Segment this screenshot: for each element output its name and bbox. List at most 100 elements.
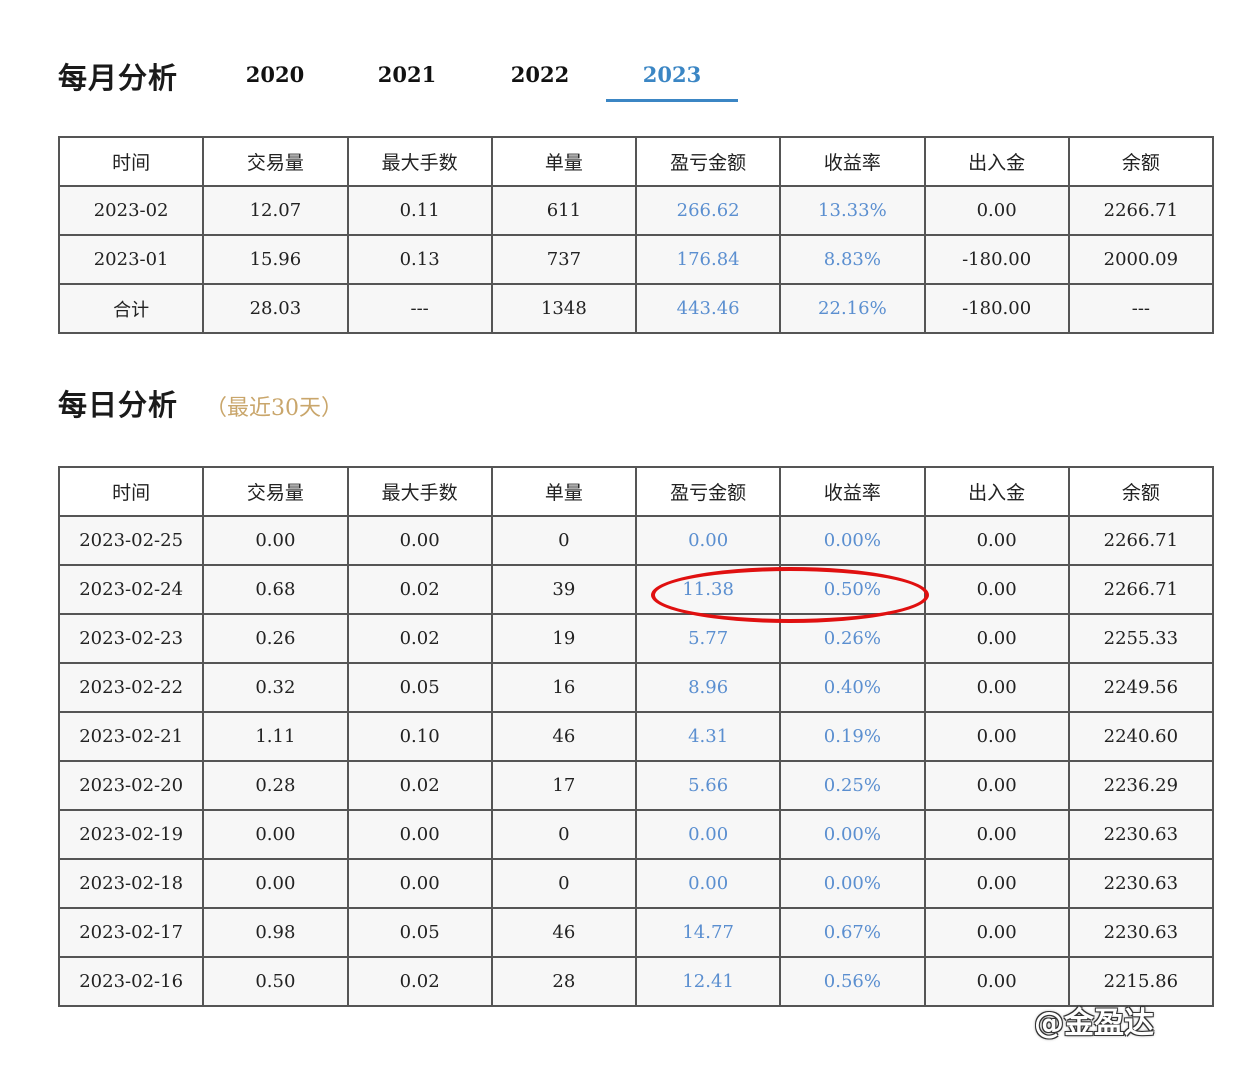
table-cell: 0.00: [923, 711, 1070, 762]
table-cell: 28: [490, 956, 638, 1007]
table-cell: 4.31: [634, 711, 782, 762]
table-cell: 2023-02-25: [57, 515, 205, 566]
table-cell: 5.77: [634, 613, 782, 664]
table-cell: 2240.60: [1067, 711, 1215, 762]
table-cell: 2266.71: [1067, 564, 1215, 615]
table-cell: 1.11: [202, 711, 349, 762]
column-header: 最大手数: [346, 136, 493, 187]
table-row: 合计 28.03 --- 1348 443.46 22.16% -180.00 ---: [57, 283, 1215, 334]
table-cell: 2230.63: [1067, 858, 1215, 909]
monthly-analysis-title: 每月分析: [58, 61, 179, 95]
table-row: 2023-02 12.07 0.11 611 266.62 13.33% 0.00 2266.…: [57, 185, 1215, 236]
table-cell: 0.00%: [779, 858, 926, 909]
table-cell: 2000.09: [1067, 234, 1215, 285]
table-cell: 0.50: [202, 956, 349, 1007]
table-cell: 0.00: [923, 613, 1070, 664]
table-cell: -180.00: [923, 234, 1070, 285]
table-cell: 0.00: [346, 515, 493, 566]
table-cell: ---: [346, 283, 493, 334]
table-cell: 12.41: [634, 956, 782, 1007]
table-cell: 12.07: [202, 185, 349, 236]
table-cell: 0.25%: [779, 760, 926, 811]
table-cell: 2255.33: [1067, 613, 1215, 664]
table-cell: 443.46: [634, 283, 782, 334]
tab-2021[interactable]: 2021: [341, 58, 473, 102]
table-row: 2023-02-19 0.00 0.00 0 0.00 0.00% 0.00 2230.63: [57, 809, 1215, 860]
table-header-row: 时间 交易量 最大手数 单量 盈亏金额 收益率 出入金 余额: [57, 136, 1215, 187]
table-cell: 28.03: [202, 283, 349, 334]
table-cell: 0.00: [202, 809, 349, 860]
tab-2020[interactable]: 2020: [209, 58, 341, 102]
table-cell: 0.05: [346, 907, 493, 958]
table-cell: 22.16%: [779, 283, 926, 334]
table-cell: 2236.29: [1067, 760, 1215, 811]
table-cell: 0.00: [346, 858, 493, 909]
tab-2022[interactable]: 2022: [474, 58, 606, 102]
table-cell: 2023-02-24: [57, 564, 205, 615]
table-cell: 0.56%: [779, 956, 926, 1007]
table-cell: 0: [490, 515, 638, 566]
daily-table: 时间 交易量 最大手数 单量 盈亏金额 收益率 出入金 余额 2023-02-25 0.00 0.…: [57, 466, 1215, 1007]
table-cell: 611: [490, 185, 638, 236]
table-cell: 46: [490, 711, 638, 762]
table-cell: 15.96: [202, 234, 349, 285]
column-header: 出入金: [923, 466, 1070, 517]
table-cell: 39: [490, 564, 638, 615]
table-cell: 11.38: [634, 564, 782, 615]
table-cell: 2023-02: [57, 185, 205, 236]
table-cell: 14.77: [634, 907, 782, 958]
table-cell: 0.00: [634, 858, 782, 909]
table-cell: 0.10: [346, 711, 493, 762]
daily-subtitle: （最近30天）: [205, 396, 343, 421]
table-cell: 2266.71: [1067, 185, 1215, 236]
table-cell: 5.66: [634, 760, 782, 811]
table-cell: 0.00: [202, 515, 349, 566]
table-cell: 16: [490, 662, 638, 713]
table-cell: 0.02: [346, 564, 493, 615]
table-cell: 2023-02-22: [57, 662, 205, 713]
column-header: 时间: [57, 466, 205, 517]
table-cell: 0.19%: [779, 711, 926, 762]
table-cell: 2023-02-17: [57, 907, 205, 958]
table-cell: 0.28: [202, 760, 349, 811]
table-cell: 2230.63: [1067, 809, 1215, 860]
table-cell: 2023-02-20: [57, 760, 205, 811]
table-cell: 2023-02-21: [57, 711, 205, 762]
table-cell: 0: [490, 809, 638, 860]
table-header-row: 时间 交易量 最大手数 单量 盈亏金额 收益率 出入金 余额: [57, 466, 1215, 517]
table-cell: 737: [490, 234, 638, 285]
table-cell: 0.00: [346, 809, 493, 860]
active-tab-underline: [606, 99, 738, 102]
table-cell: 0.02: [346, 760, 493, 811]
column-header: 收益率: [779, 136, 926, 187]
table-cell: 17: [490, 760, 638, 811]
table-cell: 266.62: [634, 185, 782, 236]
table-cell: 1348: [490, 283, 638, 334]
table-cell: 13.33%: [779, 185, 926, 236]
table-cell: 0.00: [202, 858, 349, 909]
table-cell: 0.02: [346, 613, 493, 664]
table-cell: 0.00: [923, 760, 1070, 811]
column-header: 余额: [1067, 136, 1215, 187]
table-cell: ---: [1067, 283, 1215, 334]
table-cell: 0.00: [634, 515, 782, 566]
table-row: 2023-02-25 0.00 0.00 0 0.00 0.00% 0.00 2266.71: [57, 515, 1215, 566]
table-row: 2023-02-23 0.26 0.02 19 5.77 0.26% 0.00 2255.33: [57, 613, 1215, 664]
table-cell: 0.00: [923, 185, 1070, 236]
table-cell: 0.02: [346, 956, 493, 1007]
column-header: 时间: [57, 136, 205, 187]
table-cell: 2023-02-19: [57, 809, 205, 860]
tab-2023[interactable]: 2023: [606, 58, 738, 102]
table-row: 2023-02-21 1.11 0.10 46 4.31 0.19% 0.00 2240.60: [57, 711, 1215, 762]
table-cell: 0.05: [346, 662, 493, 713]
table-cell: 0.00%: [779, 809, 926, 860]
table-cell: 2249.56: [1067, 662, 1215, 713]
watermark: @金盈达: [1034, 1006, 1154, 1041]
table-cell: 2023-01: [57, 234, 205, 285]
table-cell: 176.84: [634, 234, 782, 285]
column-header: 盈亏金额: [634, 466, 782, 517]
table-cell: 2023-02-18: [57, 858, 205, 909]
column-header: 收益率: [779, 466, 926, 517]
table-cell: 0.50%: [779, 564, 926, 615]
table-row: 2023-02-24 0.68 0.02 39 11.38 0.50% 0.00 2266.7…: [57, 564, 1215, 615]
